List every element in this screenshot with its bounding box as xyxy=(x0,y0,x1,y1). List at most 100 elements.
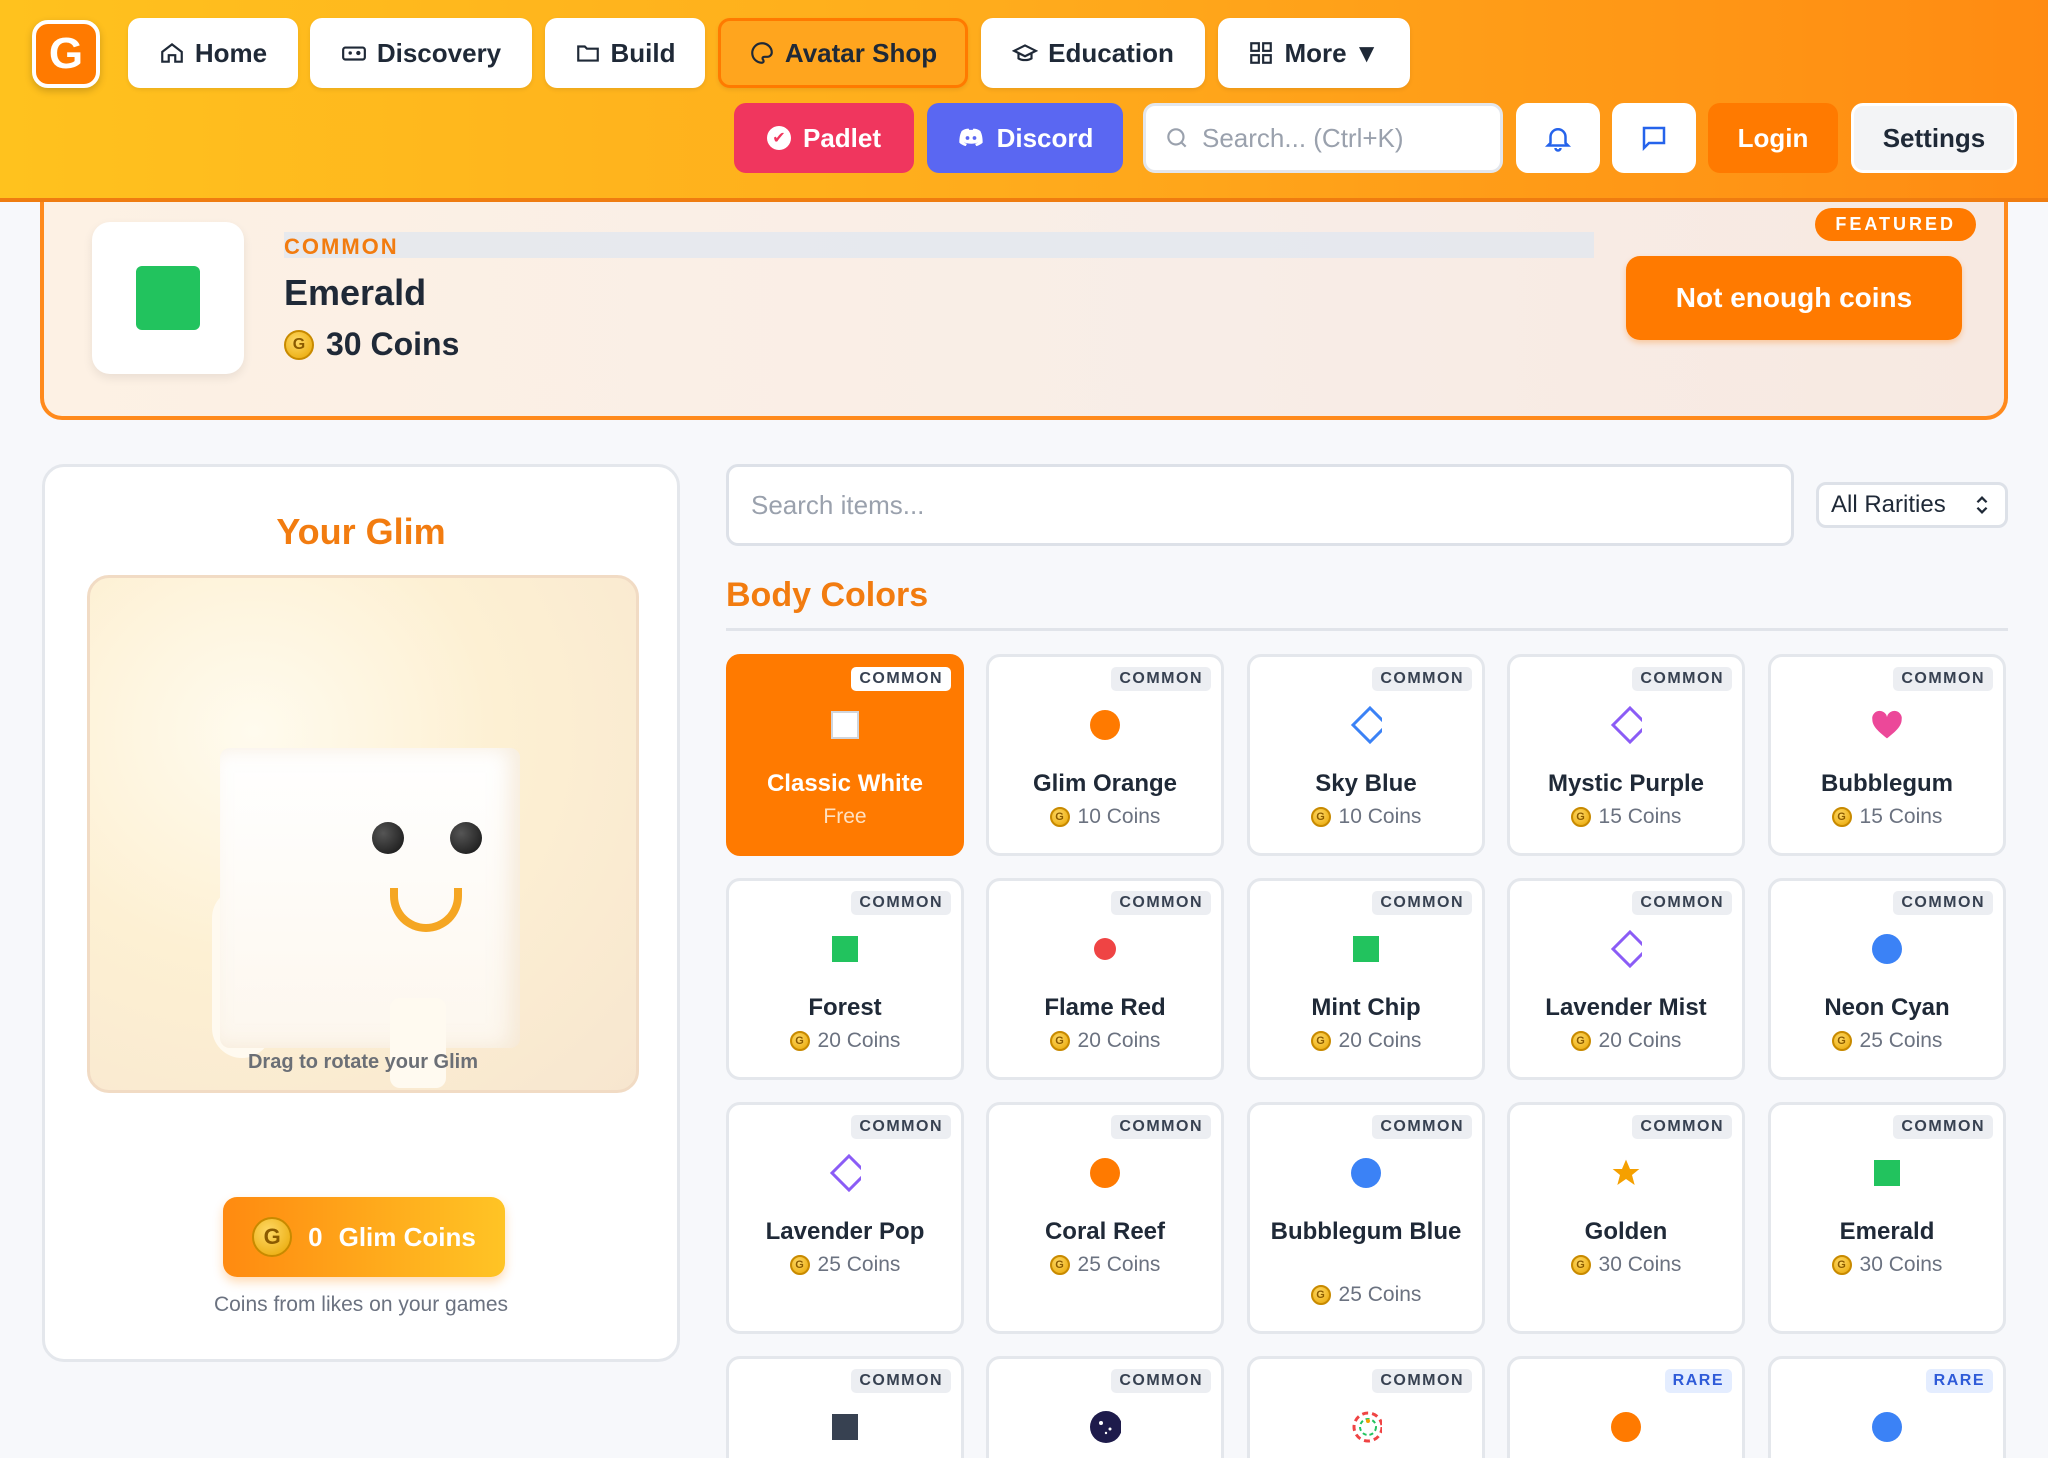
shop-item-card[interactable]: COMMON Lavender Mist G 20 Coins xyxy=(1507,878,1745,1080)
coin-icon: G xyxy=(1049,1255,1070,1275)
notifications-button[interactable] xyxy=(1516,103,1600,173)
shop-item-card[interactable]: COMMON Neon Cyan G 25 Coins xyxy=(1768,878,2006,1080)
color-swatch-square-outline-icon xyxy=(829,709,861,741)
shop-item-card[interactable]: COMMON Bubblegum Blue G 25 Coins xyxy=(1247,1102,1485,1334)
item-name: Classic White xyxy=(766,770,924,797)
glim-3d-viewer[interactable]: Drag to rotate your Glim xyxy=(87,575,639,1093)
nav-education-button[interactable]: Education xyxy=(981,18,1205,88)
shop-item-card[interactable]: COMMON Emerald G 30 Coins xyxy=(1768,1102,2006,1334)
global-search-input[interactable]: Search... (Ctrl+K) xyxy=(1143,103,1503,173)
top-navigation-bar: G Home Discovery Build Avatar Shop Educa… xyxy=(0,0,2048,202)
item-price-label: 30 Coins xyxy=(1598,1253,1682,1276)
messages-button[interactable] xyxy=(1612,103,1696,173)
shop-item-card[interactable]: COMMON Mint Chip G 20 Coins xyxy=(1247,878,1485,1080)
shop-item-card[interactable]: COMMON Lavender Pop G 25 Coins xyxy=(726,1102,964,1334)
color-swatch-diamond-icon xyxy=(829,1153,861,1193)
rarity-badge: COMMON xyxy=(1111,1115,1211,1139)
shop-item-card[interactable]: COMMON Sky Blue G 10 Coins xyxy=(1247,654,1485,856)
rarity-badge: COMMON xyxy=(1372,1369,1472,1393)
item-price: G 20 Coins xyxy=(1510,1029,1742,1053)
rarity-badge: COMMON xyxy=(851,1369,951,1393)
glim-coins-balance: G 0 Glim Coins xyxy=(223,1197,505,1277)
rarity-badge: COMMON xyxy=(1632,1115,1732,1139)
item-price-label: 20 Coins xyxy=(1077,1029,1161,1052)
nav-home-button[interactable]: Home xyxy=(128,18,298,88)
glim-preview-panel: Your Glim Drag to rotate your Glim G 0 G… xyxy=(42,464,680,1362)
coin-icon: G xyxy=(1831,807,1852,827)
chevron-updown-icon xyxy=(1976,496,1988,514)
item-name: Neon Cyan xyxy=(1824,994,1950,1021)
item-price: G 25 Coins xyxy=(1771,1029,2003,1053)
shop-item-card[interactable]: RARE xyxy=(1768,1356,2006,1458)
item-name: Coral Reef xyxy=(1044,1218,1166,1245)
shop-item-card[interactable]: COMMON xyxy=(726,1356,964,1458)
item-price-label: 10 Coins xyxy=(1077,805,1161,828)
rarity-badge: COMMON xyxy=(1111,891,1211,915)
shop-item-card[interactable]: COMMON xyxy=(1247,1356,1485,1458)
coin-icon: G xyxy=(1570,1255,1591,1275)
rarity-filter-select[interactable]: All Rarities xyxy=(1816,482,2008,528)
item-name: Glim Orange xyxy=(1032,770,1178,797)
shop-item-card[interactable]: COMMON xyxy=(986,1356,1224,1458)
item-search-input[interactable]: Search items... xyxy=(726,464,1794,546)
item-price: G 30 Coins xyxy=(1510,1253,1742,1277)
nav-avatar-shop-button[interactable]: Avatar Shop xyxy=(718,18,968,88)
item-price-label: 15 Coins xyxy=(1598,805,1682,828)
item-price: G 10 Coins xyxy=(989,805,1221,829)
nav-build-button[interactable]: Build xyxy=(545,18,705,88)
shop-item-card[interactable]: COMMON Mystic Purple G 15 Coins xyxy=(1507,654,1745,856)
item-price-label: 10 Coins xyxy=(1338,805,1422,828)
nav-avatar-shop-label: Avatar Shop xyxy=(784,37,938,68)
item-price-label: Free xyxy=(823,805,867,828)
shop-item-card[interactable]: RARE xyxy=(1507,1356,1745,1458)
nav-more-dropdown[interactable]: More ▼ xyxy=(1218,18,1410,88)
item-name: Lavender Mist xyxy=(1545,994,1707,1021)
bell-icon xyxy=(1544,128,1572,152)
login-button[interactable]: Login xyxy=(1708,103,1838,173)
coin-icon: G xyxy=(1310,807,1331,827)
coin-icon: G xyxy=(1831,1255,1852,1275)
color-swatch-galaxy-icon xyxy=(1089,1411,1121,1443)
nav-discovery-button[interactable]: Discovery xyxy=(310,18,532,88)
rarity-badge: RARE xyxy=(1925,1369,1993,1393)
item-price: G 20 Coins xyxy=(1250,1029,1482,1053)
shop-item-card[interactable]: COMMON Glim Orange G 10 Coins xyxy=(986,654,1224,856)
coin-icon: G xyxy=(1049,1031,1070,1051)
color-swatch-circle-icon xyxy=(1089,709,1121,741)
rarity-badge: COMMON xyxy=(1372,1115,1472,1139)
item-price: G 15 Coins xyxy=(1771,805,2003,829)
nav-home-label: Home xyxy=(194,37,268,68)
item-price-label: 20 Coins xyxy=(1338,1029,1422,1052)
shop-item-card[interactable]: COMMON Classic White Free xyxy=(726,654,964,856)
item-price-label: 20 Coins xyxy=(817,1029,901,1052)
not-enough-coins-button[interactable]: Not enough coins xyxy=(1626,256,1962,340)
shop-item-card[interactable]: COMMON Flame Red G 20 Coins xyxy=(986,878,1224,1080)
featured-badge: FEATURED xyxy=(1815,208,1976,241)
item-name: Bubblegum Blue xyxy=(1270,1218,1462,1245)
graduation-cap-icon xyxy=(1012,44,1039,62)
featured-name: Emerald xyxy=(284,272,427,313)
shop-item-card[interactable]: COMMON Bubblegum G 15 Coins xyxy=(1768,654,2006,856)
item-name: Flame Red xyxy=(1044,994,1166,1021)
color-swatch-diamond-icon xyxy=(1350,705,1382,745)
color-swatch-heart-icon xyxy=(1871,709,1903,741)
shop-item-card[interactable]: COMMON Coral Reef G 25 Coins xyxy=(986,1102,1224,1334)
shop-item-card[interactable]: COMMON Golden G 30 Coins xyxy=(1507,1102,1745,1334)
color-swatch-circle-icon xyxy=(1871,1411,1903,1443)
glim-title: Your Glim xyxy=(276,511,446,552)
item-name: Sky Blue xyxy=(1315,770,1417,797)
padlet-button[interactable]: ✔ Padlet xyxy=(734,103,914,173)
item-price-label: 20 Coins xyxy=(1598,1029,1682,1052)
discord-button[interactable]: Discord xyxy=(927,103,1123,173)
color-swatch-square-icon xyxy=(829,933,861,965)
shop-item-card[interactable]: COMMON Forest G 20 Coins xyxy=(726,878,964,1080)
coin-icon: G xyxy=(252,1217,293,1257)
item-price: G 20 Coins xyxy=(729,1029,961,1053)
settings-button[interactable]: Settings xyxy=(1851,103,2017,173)
item-name: Mint Chip xyxy=(1311,994,1421,1021)
color-swatch-diamond-icon xyxy=(1610,929,1642,969)
site-logo[interactable]: G xyxy=(32,20,100,88)
coin-icon: G xyxy=(1310,1285,1331,1305)
section-title-body-colors: Body Colors xyxy=(726,576,929,614)
coin-icon: G xyxy=(1831,1031,1852,1051)
